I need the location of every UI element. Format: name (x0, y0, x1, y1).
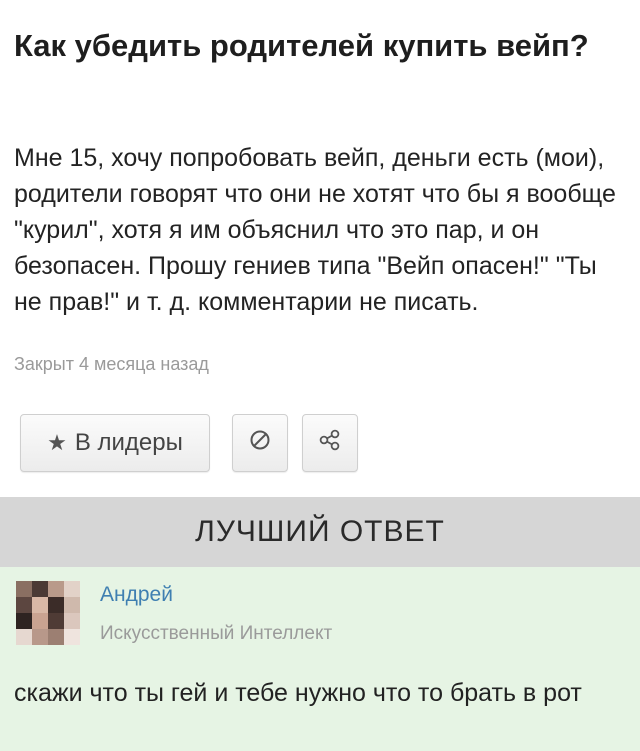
author-name-link[interactable]: Андрей (100, 583, 173, 607)
best-answer: Андрей Искусственный Интеллект скажи что… (0, 567, 640, 751)
question-title: Как убедить родителей купить вейп? (14, 28, 589, 63)
star-icon: ★ (47, 430, 67, 455)
question-status: Закрыт 4 месяца назад (14, 354, 209, 374)
leaders-label: В лидеры (74, 429, 183, 456)
question-body: Мне 15, хочу попробовать вейп, деньги ес… (14, 144, 616, 316)
best-answer-header: ЛУЧШИЙ ОТВЕТ (0, 497, 640, 567)
answer-text: скажи что ты гей и тебе нужно что то бра… (14, 679, 582, 707)
share-icon (318, 428, 342, 459)
add-to-leaders-button[interactable]: ★ В лидеры (20, 414, 210, 472)
avatar[interactable] (16, 581, 80, 645)
block-icon (249, 429, 271, 458)
block-button[interactable] (232, 414, 288, 472)
share-button[interactable] (302, 414, 358, 472)
question-card: Как убедить родителей купить вейп? Мне 1… (0, 0, 640, 497)
author-rank: Искусственный Интеллект (100, 623, 333, 644)
